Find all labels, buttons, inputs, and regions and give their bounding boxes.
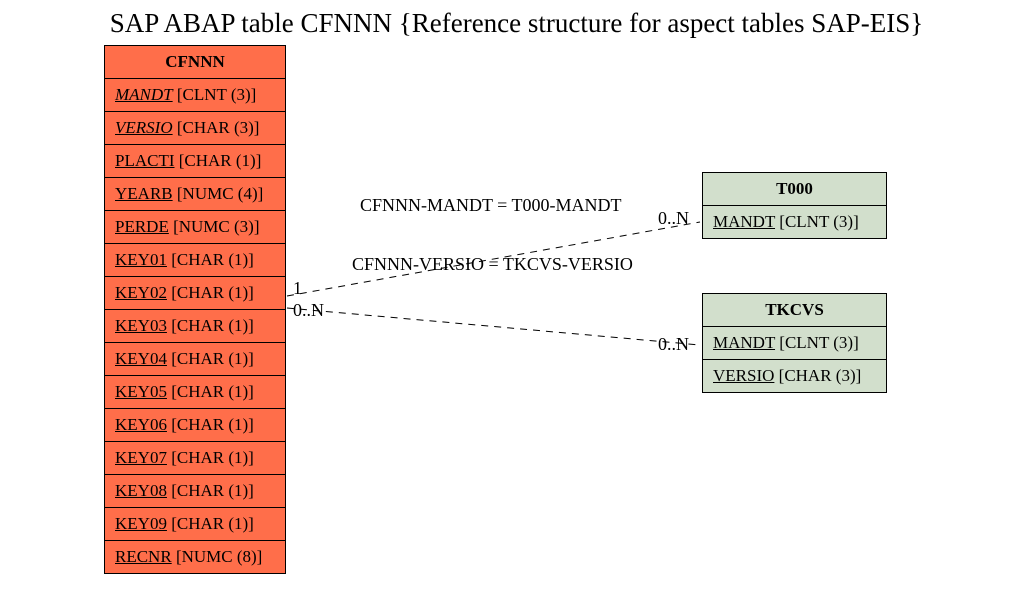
field-type: [CLNT (3)] (779, 333, 858, 352)
table-row: VERSIO [CHAR (3)] (105, 112, 285, 145)
field-name: KEY03 (115, 316, 167, 335)
field-type: [CHAR (1)] (171, 382, 254, 401)
field-type: [CHAR (1)] (171, 316, 254, 335)
page-title: SAP ABAP table CFNNN {Reference structur… (0, 8, 1033, 39)
field-type: [CHAR (3)] (779, 366, 862, 385)
field-type: [NUMC (4)] (177, 184, 263, 203)
field-name: PERDE (115, 217, 169, 236)
relation-label-versio: CFNNN-VERSIO = TKCVS-VERSIO (352, 254, 633, 275)
cardinality-right-tkcvs: 0..N (658, 334, 689, 355)
field-name: MANDT (115, 85, 173, 104)
field-name: VERSIO (115, 118, 173, 137)
field-type: [CHAR (1)] (171, 283, 254, 302)
field-name: RECNR (115, 547, 172, 566)
field-name: KEY02 (115, 283, 167, 302)
table-row: MANDT [CLNT (3)] (703, 206, 886, 238)
table-cfnnn: CFNNN MANDT [CLNT (3)] VERSIO [CHAR (3)]… (104, 45, 286, 574)
table-t000: T000 MANDT [CLNT (3)] (702, 172, 887, 239)
field-type: [CHAR (1)] (179, 151, 262, 170)
field-type: [CHAR (1)] (171, 481, 254, 500)
field-name: KEY09 (115, 514, 167, 533)
table-row: VERSIO [CHAR (3)] (703, 360, 886, 392)
field-type: [CLNT (3)] (177, 85, 256, 104)
table-row: YEARB [NUMC (4)] (105, 178, 285, 211)
table-row: KEY03 [CHAR (1)] (105, 310, 285, 343)
table-row: KEY01 [CHAR (1)] (105, 244, 285, 277)
table-row: KEY09 [CHAR (1)] (105, 508, 285, 541)
field-name: KEY08 (115, 481, 167, 500)
relation-label-mandt: CFNNN-MANDT = T000-MANDT (360, 195, 622, 216)
field-type: [CHAR (1)] (171, 415, 254, 434)
field-name: KEY04 (115, 349, 167, 368)
field-name: KEY01 (115, 250, 167, 269)
table-row: KEY06 [CHAR (1)] (105, 409, 285, 442)
field-type: [CHAR (1)] (171, 448, 254, 467)
table-tkcvs-header: TKCVS (703, 294, 886, 327)
table-row: MANDT [CLNT (3)] (105, 79, 285, 112)
table-row: KEY04 [CHAR (1)] (105, 343, 285, 376)
table-row: PERDE [NUMC (3)] (105, 211, 285, 244)
table-row: KEY05 [CHAR (1)] (105, 376, 285, 409)
field-type: [CHAR (1)] (171, 250, 254, 269)
cardinality-right-t000: 0..N (658, 208, 689, 229)
field-type: [CHAR (1)] (171, 349, 254, 368)
table-row: MANDT [CLNT (3)] (703, 327, 886, 360)
field-type: [NUMC (8)] (176, 547, 262, 566)
cardinality-left-top: 1 (293, 278, 302, 299)
table-row: KEY02 [CHAR (1)] (105, 277, 285, 310)
field-name: YEARB (115, 184, 173, 203)
table-row: RECNR [NUMC (8)] (105, 541, 285, 573)
table-tkcvs: TKCVS MANDT [CLNT (3)] VERSIO [CHAR (3)] (702, 293, 887, 393)
field-type: [CLNT (3)] (779, 212, 858, 231)
field-name: VERSIO (713, 366, 774, 385)
table-cfnnn-header: CFNNN (105, 46, 285, 79)
field-name: MANDT (713, 212, 775, 231)
field-name: KEY06 (115, 415, 167, 434)
table-row: KEY08 [CHAR (1)] (105, 475, 285, 508)
field-type: [CHAR (3)] (177, 118, 260, 137)
field-name: KEY07 (115, 448, 167, 467)
field-name: KEY05 (115, 382, 167, 401)
table-row: PLACTI [CHAR (1)] (105, 145, 285, 178)
field-name: MANDT (713, 333, 775, 352)
field-name: PLACTI (115, 151, 175, 170)
table-t000-header: T000 (703, 173, 886, 206)
field-type: [NUMC (3)] (173, 217, 259, 236)
field-type: [CHAR (1)] (171, 514, 254, 533)
cardinality-left-bot: 0..N (293, 300, 324, 321)
table-row: KEY07 [CHAR (1)] (105, 442, 285, 475)
